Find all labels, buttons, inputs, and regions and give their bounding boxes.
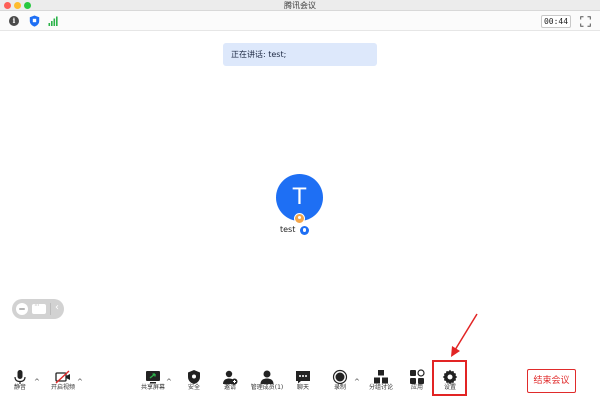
security-shield-icon [188,370,200,384]
floating-reaction-bar[interactable]: ‹ [12,299,64,319]
microphone-icon [14,370,26,384]
security-button[interactable]: 安全 [184,369,204,395]
video-button[interactable]: 开启视频 [51,369,75,395]
info-icon[interactable]: i [9,16,19,26]
settings-highlight-box [432,360,467,396]
share-screen-button[interactable]: 共享屏幕 [141,369,165,395]
reaction-face-icon[interactable] [16,303,28,315]
invite-label: 邀请 [223,384,236,391]
breakout-rooms-button[interactable]: 分组讨论 [369,369,393,395]
active-speaker-banner: 正在讲话: test; [223,43,377,66]
record-icon [332,369,348,385]
chat-label: 聊天 [296,384,309,391]
share-options-caret-icon[interactable]: ^ [166,378,172,386]
collapse-chevron-icon[interactable]: ‹ [55,302,59,314]
shield-icon[interactable] [29,15,40,27]
meeting-top-bar: i 00:44 [0,11,600,31]
video-options-caret-icon[interactable]: ^ [77,378,83,386]
chat-icon [296,371,310,384]
mute-options-caret-icon[interactable]: ^ [34,378,40,386]
participant-name: test [280,225,296,234]
record-options-caret-icon[interactable]: ^ [354,378,360,386]
manage-members-label: 管理成员(1) [250,384,284,391]
pill-divider [50,303,51,315]
apps-button[interactable]: 应用 [407,369,427,395]
breakout-rooms-label: 分组讨论 [368,384,393,391]
security-label: 安全 [187,384,200,391]
end-meeting-button[interactable]: 结束会议 [527,369,576,393]
fullscreen-icon[interactable] [580,16,591,27]
host-badge-icon [294,213,305,224]
share-screen-icon [146,371,160,384]
mute-button[interactable]: 静音 [10,369,30,395]
video-off-icon [55,370,70,384]
manage-members-button[interactable]: 管理成员(1) [251,369,283,395]
chat-bubble-icon[interactable] [32,301,46,314]
mic-status-icon [299,225,309,235]
members-icon [260,370,274,384]
chat-button[interactable]: 聊天 [293,369,313,395]
invite-button[interactable]: 邀请 [220,369,240,395]
signal-icon[interactable] [48,16,58,26]
participant-name-row: test [280,225,309,235]
record-button[interactable]: 录制 [330,369,350,395]
window-title: 腾讯会议 [284,1,316,10]
apps-grid-icon [410,369,425,384]
invite-user-icon [223,370,238,385]
meeting-timer: 00:44 [541,15,571,28]
breakout-rooms-icon [374,370,388,384]
title-bar: 腾讯会议 [0,0,600,11]
